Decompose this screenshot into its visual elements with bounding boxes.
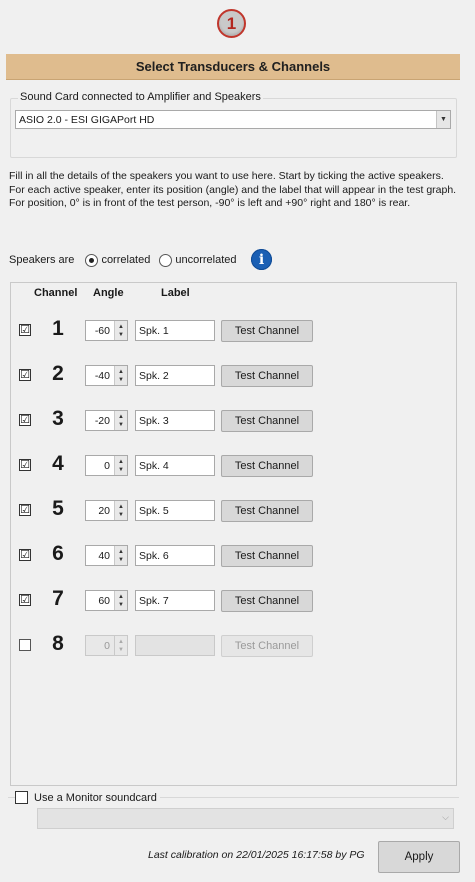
stepper-arrows-icon[interactable]: ▲ ▼	[114, 546, 127, 565]
channel-number: 3	[52, 407, 64, 430]
channel-checkbox[interactable]: ☑	[19, 504, 31, 516]
stepper-arrows-icon[interactable]: ▲ ▼	[114, 591, 127, 610]
step-number-badge: 1	[217, 9, 246, 38]
test-channel-button[interactable]: Test Channel	[221, 365, 313, 387]
speaker-label-input[interactable]: Spk. 1	[135, 320, 215, 341]
chevron-down-icon[interactable]: ⌵	[442, 812, 449, 823]
stepper-arrows-icon[interactable]: ▲ ▼	[114, 321, 127, 340]
angle-value: 0	[104, 459, 110, 472]
correlation-row: Speakers are correlated uncorrelated	[9, 251, 237, 269]
monitor-checkbox[interactable]	[15, 791, 28, 804]
monitor-soundcard-select[interactable]: ⌵	[37, 808, 454, 829]
speaker-label-input[interactable]: Spk. 6	[135, 545, 215, 566]
stepper-arrows-icon[interactable]: ▲ ▼	[114, 456, 127, 475]
angle-value: -40	[94, 369, 110, 382]
channel-checkbox[interactable]: ☑	[19, 369, 31, 381]
channel-checkbox[interactable]: ☑	[19, 594, 31, 606]
angle-value: 0	[104, 639, 110, 652]
test-channel-button[interactable]: Test Channel	[221, 320, 313, 342]
angle-stepper[interactable]: 0 ▲ ▼	[85, 635, 128, 656]
info-icon[interactable]: i	[251, 249, 272, 270]
speaker-label-input[interactable]: Spk. 4	[135, 455, 215, 476]
channel-number: 6	[52, 542, 64, 565]
channel-checkbox[interactable]: ☑	[19, 549, 31, 561]
radio-uncorrelated[interactable]	[159, 253, 173, 267]
stepper-arrows-icon[interactable]: ▲ ▼	[114, 636, 127, 655]
angle-stepper[interactable]: 20 ▲ ▼	[85, 500, 128, 521]
test-channel-button[interactable]: Test Channel	[221, 590, 313, 612]
channel-checkbox[interactable]: ☑	[19, 324, 31, 336]
angle-value: 20	[98, 504, 110, 517]
radio-correlated-label[interactable]: correlated	[101, 254, 150, 266]
apply-button[interactable]: Apply	[378, 841, 460, 873]
stepper-arrows-icon[interactable]: ▲ ▼	[114, 411, 127, 430]
dropdown-arrow-icon[interactable]: ▼	[436, 111, 450, 128]
column-header-channel: Channel	[34, 287, 78, 299]
angle-value: -60	[94, 324, 110, 337]
speaker-label-input[interactable]	[135, 635, 215, 656]
instructions-text: Fill in all the details of the speakers …	[9, 170, 457, 209]
stepper-arrows-icon[interactable]: ▲ ▼	[114, 501, 127, 520]
angle-stepper[interactable]: 60 ▲ ▼	[85, 590, 128, 611]
column-header-angle: Angle	[93, 287, 124, 299]
stepper-arrows-icon[interactable]: ▲ ▼	[114, 366, 127, 385]
speaker-label-input[interactable]: Spk. 7	[135, 590, 215, 611]
sound-card-value: ASIO 2.0 - ESI GIGAPort HD	[19, 113, 155, 126]
angle-stepper[interactable]: -20 ▲ ▼	[85, 410, 128, 431]
radio-uncorrelated-label[interactable]: uncorrelated	[175, 254, 236, 266]
speaker-label-input[interactable]: Spk. 3	[135, 410, 215, 431]
angle-value: -20	[94, 414, 110, 427]
angle-stepper[interactable]: 0 ▲ ▼	[85, 455, 128, 476]
angle-stepper[interactable]: -40 ▲ ▼	[85, 365, 128, 386]
angle-value: 40	[98, 549, 110, 562]
column-header-label: Label	[161, 287, 190, 299]
channel-number: 5	[52, 497, 64, 520]
angle-value: 60	[98, 594, 110, 607]
channel-checkbox[interactable]: ☑	[19, 414, 31, 426]
speaker-label-input[interactable]: Spk. 2	[135, 365, 215, 386]
channel-number: 7	[52, 587, 64, 610]
monitor-checkbox-row[interactable]: Use a Monitor soundcard	[15, 791, 160, 804]
channel-checkbox[interactable]: ☑	[19, 459, 31, 471]
angle-stepper[interactable]: 40 ▲ ▼	[85, 545, 128, 566]
test-channel-button[interactable]: Test Channel	[221, 410, 313, 432]
last-calibration-text: Last calibration on 22/01/2025 16:17:58 …	[148, 849, 365, 861]
test-channel-button[interactable]: Test Channel	[221, 455, 313, 477]
channel-checkbox[interactable]	[19, 639, 31, 651]
test-channel-button[interactable]: Test Channel	[221, 545, 313, 567]
speaker-label-input[interactable]: Spk. 5	[135, 500, 215, 521]
radio-correlated[interactable]	[85, 253, 99, 267]
channel-number: 1	[52, 317, 64, 340]
correlation-label: Speakers are	[9, 254, 75, 266]
channel-panel	[10, 282, 457, 786]
monitor-checkbox-label[interactable]: Use a Monitor soundcard	[34, 792, 157, 804]
sound-card-label: Sound Card connected to Amplifier and Sp…	[18, 91, 263, 103]
channel-number: 4	[52, 452, 64, 475]
test-channel-button[interactable]: Test Channel	[221, 635, 313, 657]
angle-stepper[interactable]: -60 ▲ ▼	[85, 320, 128, 341]
channel-number: 2	[52, 362, 64, 385]
sound-card-select[interactable]: ASIO 2.0 - ESI GIGAPort HD ▼	[15, 110, 451, 129]
channel-number: 8	[52, 632, 64, 655]
section-title: Select Transducers & Channels	[6, 54, 460, 80]
test-channel-button[interactable]: Test Channel	[221, 500, 313, 522]
